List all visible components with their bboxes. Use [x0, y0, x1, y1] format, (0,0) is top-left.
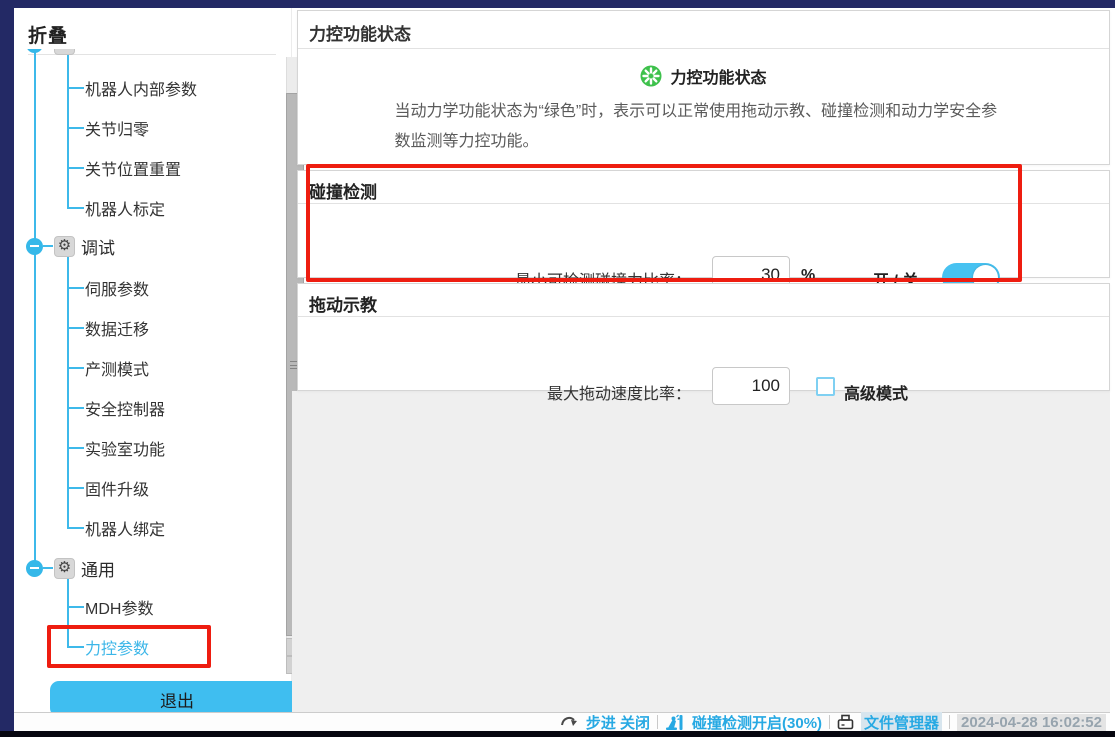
tree-node-label: 机器人内部参数	[85, 76, 197, 100]
tree-node-label: 关节位置重置	[85, 156, 181, 180]
advanced-mode-checkbox[interactable]	[816, 377, 835, 396]
tree-node-label: MDH参数	[85, 595, 153, 619]
tree-node-joint-position-reset[interactable]: 关节位置重置	[26, 155, 181, 181]
drag-section-title: 拖动示教	[298, 284, 1109, 317]
tree-connector	[67, 407, 84, 409]
tree-connector	[43, 567, 53, 569]
tree-connector	[67, 646, 84, 648]
tree-node-label: 固件升级	[85, 476, 149, 500]
tree-connector	[43, 245, 53, 247]
tree-node-label: 数据迁移	[85, 316, 149, 340]
gear-icon: ⚙	[54, 49, 75, 55]
tree-node-parent-clipped[interactable]: ⚙	[26, 49, 81, 57]
tree-connector	[67, 487, 84, 489]
gear-icon: ⚙	[54, 558, 75, 579]
tree-node-servo-params[interactable]: 伺服参数	[26, 275, 149, 301]
drag-speed-input[interactable]	[712, 367, 790, 405]
tree-node-label: 安全控制器	[85, 396, 165, 420]
tree-node-label: 机器人标定	[85, 196, 165, 220]
separator	[949, 715, 950, 729]
sidebar: 折叠 ⚙ 机器人内部参数 关节归零 关节位置重置	[14, 8, 292, 712]
gear-icon: ⚙	[54, 236, 75, 257]
collision-section-title: 碰撞检测	[298, 171, 1109, 204]
force-status-description: 当动力学功能状态为“绿色”时，表示可以正常使用拖动示教、碰撞检测和动力学安全参数…	[395, 97, 1013, 157]
window-border-left	[0, 0, 14, 731]
tree-node-general[interactable]: ⚙ 通用	[26, 555, 115, 581]
minus-circle-icon[interactable]	[26, 560, 43, 577]
step-status-text[interactable]: 步进 关闭	[586, 712, 650, 733]
tree-node-data-migration[interactable]: 数据迁移	[26, 315, 149, 341]
page-title: 力控功能状态	[298, 11, 1109, 49]
tree-connector	[67, 127, 84, 129]
sidebar-title: 折叠	[28, 21, 68, 48]
file-manager-icon	[837, 714, 854, 730]
drag-teaching-card: 拖动示教 最大拖动速度比率： 高级模式	[297, 283, 1110, 391]
nav-tree: ⚙ 机器人内部参数 关节归零 关节位置重置 机器人标定	[14, 49, 272, 668]
tree-connector	[67, 367, 84, 369]
step-arrow-icon	[560, 714, 579, 730]
green-asterisk-icon	[640, 65, 662, 87]
tree-connector	[67, 207, 84, 209]
tree-node-label: 调试	[81, 234, 115, 259]
file-manager-button[interactable]: 文件管理器	[861, 712, 942, 733]
tree-node-label: 关节归零	[85, 116, 149, 140]
tree-node-lab-functions[interactable]: 实验室功能	[26, 435, 165, 461]
status-bar: 步进 关闭 碰撞检测开启(30%) 文件管理器 2	[14, 712, 1110, 731]
advanced-mode-label: 高级模式	[844, 380, 908, 404]
tree-node-robot-internal-params[interactable]: 机器人内部参数	[26, 75, 197, 101]
collision-status-text[interactable]: 碰撞检测开启(30%)	[692, 712, 822, 733]
window-border-top	[0, 0, 1115, 8]
tree-connector	[67, 287, 84, 289]
main-background	[292, 391, 1110, 712]
tree-connector	[67, 167, 84, 169]
tree-node-safety-controller[interactable]: 安全控制器	[26, 395, 165, 421]
minus-circle-icon[interactable]	[26, 238, 43, 255]
tree-connector	[67, 447, 84, 449]
tree-node-firmware-upgrade[interactable]: 固件升级	[26, 475, 149, 501]
tree-node-label: 机器人绑定	[85, 516, 165, 540]
tree-node-joint-zero[interactable]: 关节归零	[26, 115, 149, 141]
window-border-bottom	[0, 731, 1115, 737]
tree-connector	[67, 527, 84, 529]
tree-node-label: 力控参数	[85, 635, 149, 659]
datetime-text: 2024-04-28 16:02:52	[957, 714, 1106, 731]
force-status-title: 力控功能状态	[670, 64, 766, 88]
tree-connector	[67, 327, 84, 329]
tree-connector	[67, 606, 84, 608]
tree-node-robot-binding[interactable]: 机器人绑定	[26, 515, 165, 541]
force-status-card: 力控功能状态 力控功能状态 当动力学功能状态为“绿色”时，表示可以正常使用拖动示…	[297, 10, 1110, 165]
tree-node-production-test[interactable]: 产测模式	[26, 355, 149, 381]
tree-node-label: 伺服参数	[85, 276, 149, 300]
tree-connector	[67, 87, 84, 89]
tree-node-label: 实验室功能	[85, 436, 165, 460]
tree-node-mdh-params[interactable]: MDH参数	[26, 594, 153, 620]
collision-icon	[665, 714, 685, 731]
separator	[829, 715, 830, 729]
tree-node-label: 通用	[81, 556, 115, 581]
minus-circle-icon[interactable]	[26, 49, 43, 53]
tree-node-debug[interactable]: ⚙ 调试	[26, 233, 115, 259]
separator	[657, 715, 658, 729]
tree-node-robot-calibration[interactable]: 机器人标定	[26, 195, 165, 221]
tree-node-force-control-params[interactable]: 力控参数	[26, 634, 149, 660]
tree-node-label: 产测模式	[85, 356, 149, 380]
collision-detection-card: 碰撞检测 最小可检测碰撞力比率： % 开 / 关 :	[297, 170, 1110, 278]
drag-speed-label: 最大拖动速度比率：	[298, 380, 691, 404]
